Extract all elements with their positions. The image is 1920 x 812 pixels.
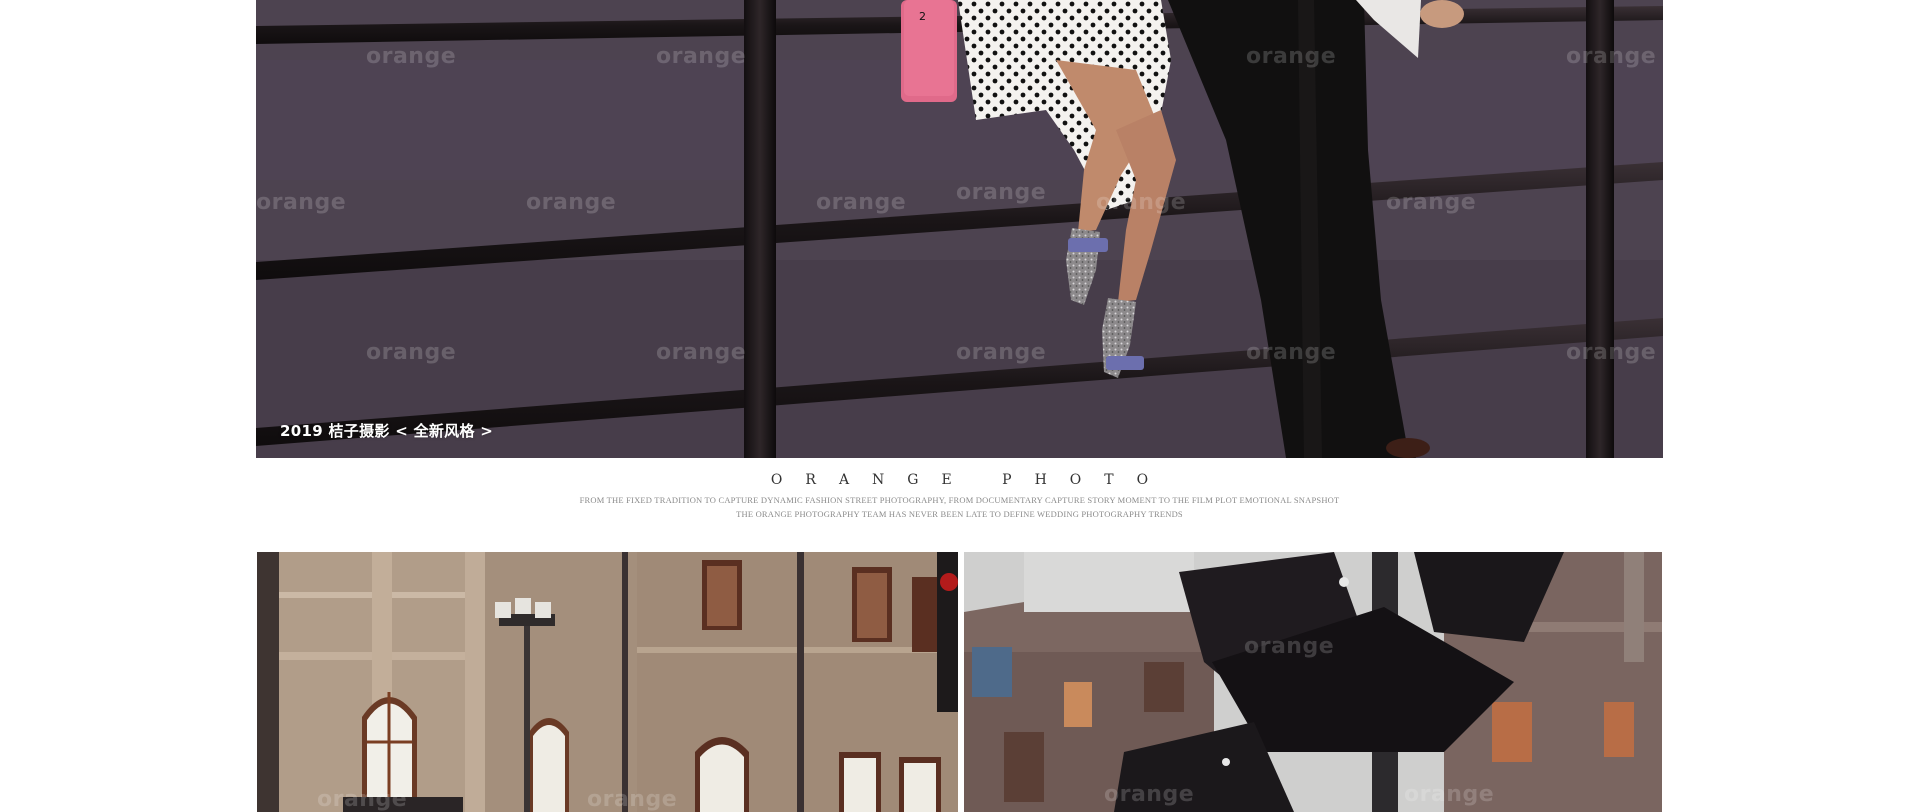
brand-title: ORANGE PHOTO <box>770 472 1172 488</box>
brand-description-line-2: THE ORANGE PHOTOGRAPHY TEAM HAS NEVER BE… <box>736 509 1183 519</box>
hero-photo[interactable]: 2 2019 桔子摄影 < 全新风格 > orangeorangeorangeo… <box>256 0 1663 458</box>
gallery-photo-traffic-sign[interactable]: orangeorangeorange <box>964 552 1662 812</box>
hero-caption-link[interactable]: 2019 桔子摄影 < 全新风格 > <box>280 420 493 441</box>
svg-text:2: 2 <box>919 10 926 23</box>
gallery-photo-building[interactable]: orangeorange <box>257 552 958 812</box>
brand-intro: ORANGE PHOTO FROM THE FIXED TRADITION TO… <box>256 458 1663 552</box>
hero-photo-artwork: 2 <box>256 0 1663 458</box>
traffic-sign-artwork <box>964 552 1662 812</box>
building-artwork <box>257 552 958 812</box>
brand-description-line-1: FROM THE FIXED TRADITION TO CAPTURE DYNA… <box>579 495 1340 505</box>
